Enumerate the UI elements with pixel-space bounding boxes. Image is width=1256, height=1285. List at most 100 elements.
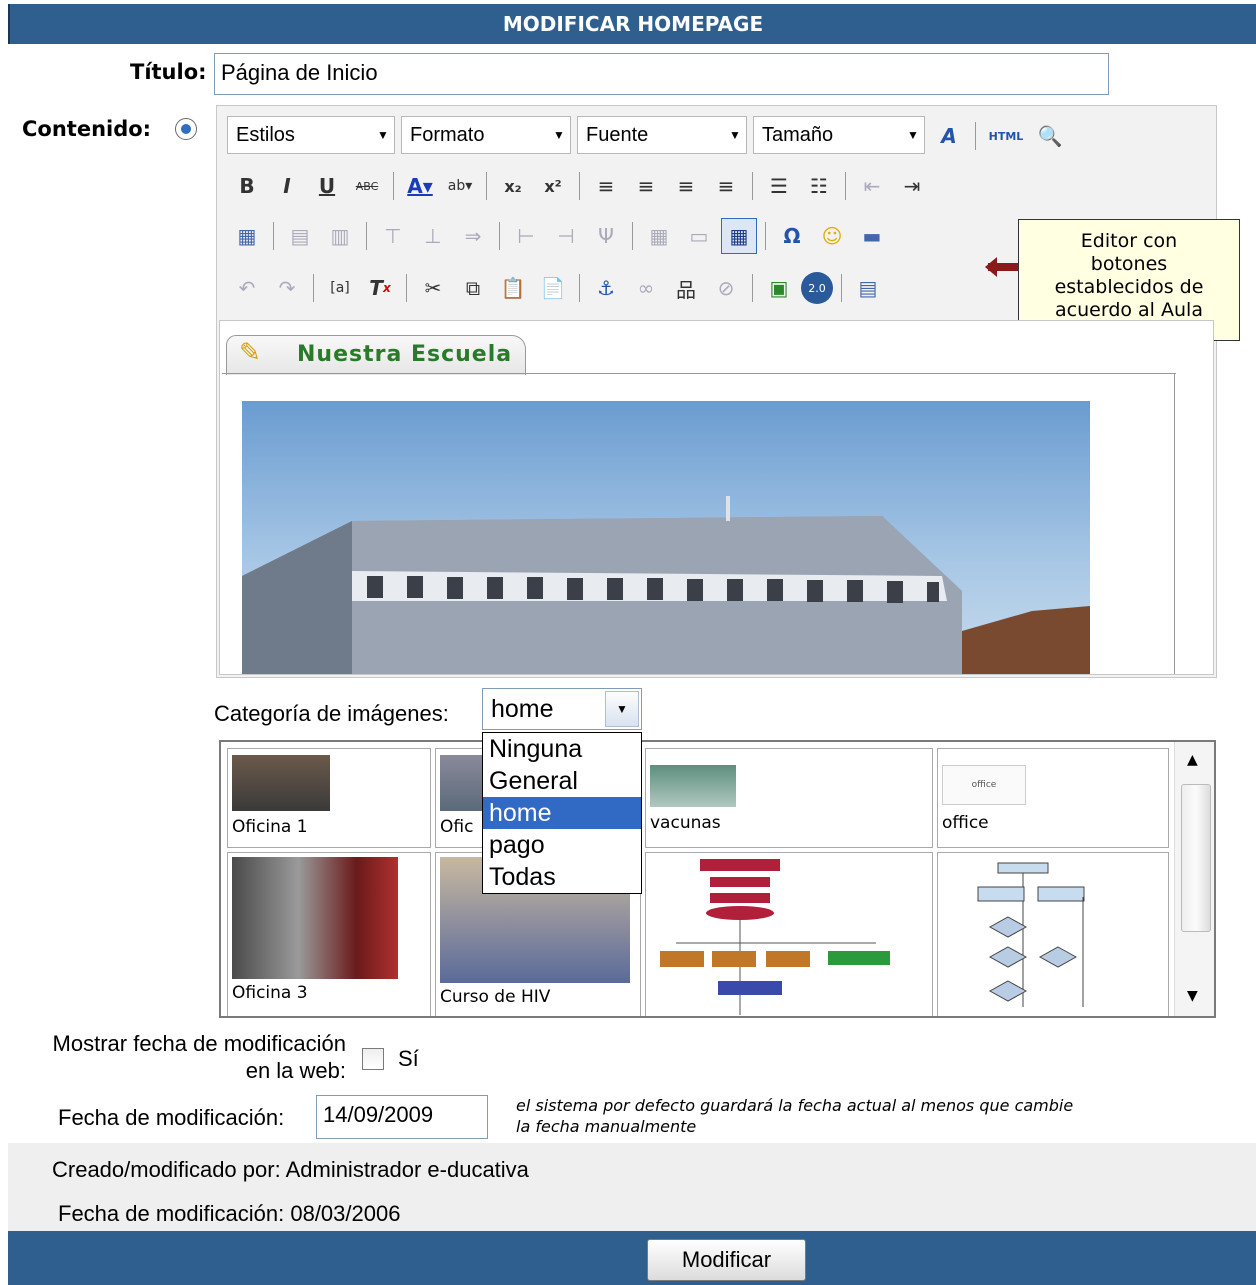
align-center-icon[interactable]: ≡ xyxy=(628,168,664,204)
remove-format-icon[interactable]: Tx xyxy=(362,270,398,306)
underline-icon[interactable]: U xyxy=(309,168,345,204)
anchor-icon[interactable]: ⚓ xyxy=(588,270,624,306)
page-footer xyxy=(8,1231,1256,1285)
gallery-item[interactable] xyxy=(645,852,933,1016)
row-properties-icon[interactable]: ▥ xyxy=(322,218,358,254)
delete-col-icon[interactable]: Ψ xyxy=(588,218,624,254)
gallery-item[interactable]: office office xyxy=(937,748,1169,848)
formato-select[interactable]: Formato ▼ xyxy=(401,116,571,154)
tamano-select[interactable]: Tamaño ▼ xyxy=(753,116,925,154)
fecha-input[interactable]: 14/09/2009 xyxy=(316,1095,488,1139)
building-photo xyxy=(242,401,1090,674)
categoria-label: Categoría de imágenes: xyxy=(214,701,449,726)
insert-image-icon[interactable]: ▣ xyxy=(761,270,797,306)
fecha-note: el sistema por defecto guardará la fecha… xyxy=(516,1096,1074,1136)
cut-icon[interactable]: ✂ xyxy=(415,270,451,306)
align-justify-icon[interactable]: ≡ xyxy=(708,168,744,204)
categoria-dropdown-list: Ninguna General home pago Todas xyxy=(482,732,642,894)
thumbnail xyxy=(650,765,736,807)
bold-icon[interactable]: B xyxy=(229,168,265,204)
smiley-icon[interactable]: ☺ xyxy=(814,218,850,254)
fecha-label: Fecha de modificación: xyxy=(58,1105,285,1130)
thumbnail xyxy=(232,857,398,979)
office-logo: office xyxy=(942,765,1026,805)
subscript-icon[interactable]: x₂ xyxy=(495,168,531,204)
callout-arrow-head xyxy=(985,257,997,277)
italic-icon[interactable]: I xyxy=(269,168,305,204)
align-left-icon[interactable]: ≡ xyxy=(588,168,624,204)
dropdown-option[interactable]: Todas xyxy=(483,861,641,893)
indent-icon[interactable]: ⇥ xyxy=(894,168,930,204)
insert-col-before-icon[interactable]: ⊢ xyxy=(508,218,544,254)
undo-icon[interactable]: ↶ xyxy=(229,270,265,306)
superscript-icon[interactable]: x² xyxy=(535,168,571,204)
redo-icon[interactable]: ↷ xyxy=(269,270,305,306)
si-label: Sí xyxy=(398,1046,419,1071)
font-format-icon[interactable]: A xyxy=(931,118,967,154)
contenido-radio[interactable] xyxy=(175,118,197,140)
split-cells-icon[interactable]: ▦ xyxy=(641,218,677,254)
gallery-scrollbar[interactable]: ▲ ▼ xyxy=(1174,742,1214,1016)
link-icon[interactable]: ∞ xyxy=(628,270,664,306)
gallery-item[interactable]: Oficina 3 xyxy=(227,852,431,1016)
special-char-icon[interactable]: Ω xyxy=(774,218,810,254)
outdent-icon[interactable]: ⇤ xyxy=(854,168,890,204)
sitemap-icon[interactable]: 品 xyxy=(668,270,704,306)
insert-row-after-icon[interactable]: ⊥ xyxy=(415,218,451,254)
dropdown-option[interactable]: pago xyxy=(483,829,641,861)
paste-word-icon[interactable]: 📄 xyxy=(535,270,571,306)
scroll-up-icon[interactable]: ▲ xyxy=(1187,752,1198,768)
flowchart-thumbnail xyxy=(977,862,1085,1007)
dropdown-arrow-icon[interactable]: ▼ xyxy=(605,691,639,727)
strikethrough-icon[interactable]: ABC xyxy=(349,168,385,204)
align-right-icon[interactable]: ≡ xyxy=(668,168,704,204)
insert-row-before-icon[interactable]: ⊤ xyxy=(375,218,411,254)
categoria-select[interactable]: home ▼ xyxy=(482,688,642,730)
scroll-thumb[interactable] xyxy=(1181,784,1211,932)
info-section: Creado/modificado por: Administrador e-d… xyxy=(8,1143,1256,1231)
html-source-button[interactable]: HTML xyxy=(984,118,1028,154)
dropdown-option[interactable]: Ninguna xyxy=(483,733,641,765)
mostrar-fecha-checkbox[interactable] xyxy=(362,1048,384,1070)
web20-icon[interactable]: 2.0 xyxy=(801,272,833,304)
merge-cells-icon[interactable]: ▭ xyxy=(681,218,717,254)
highlight-color-icon[interactable]: ab▾ xyxy=(442,168,478,204)
template-icon[interactable]: ▤ xyxy=(850,270,886,306)
gallery-item[interactable]: vacunas xyxy=(645,748,933,848)
modificar-button[interactable]: Modificar xyxy=(647,1239,806,1281)
building-illustration xyxy=(242,496,1090,674)
flowchart-thumbnail xyxy=(660,859,890,1015)
titulo-label: Título: xyxy=(130,60,207,84)
cell-properties-icon[interactable]: ▤ xyxy=(282,218,318,254)
insert-table-icon[interactable]: ▦ xyxy=(721,218,757,254)
editor-content-area[interactable]: ✎ Nuestra Escuela xyxy=(219,320,1214,675)
creado-por: Creado/modificado por: Administrador e-d… xyxy=(52,1157,529,1182)
mostrar-fecha-label: Mostrar fecha de modificación en la web: xyxy=(52,1031,346,1083)
dropdown-option-selected[interactable]: home xyxy=(483,797,641,829)
preview-icon[interactable]: 🔍 xyxy=(1032,118,1068,154)
table-properties-icon[interactable]: ▦ xyxy=(229,218,265,254)
select-all-icon[interactable]: [a] xyxy=(322,270,358,306)
fuente-select[interactable]: Fuente ▼ xyxy=(577,116,747,154)
scroll-down-icon[interactable]: ▼ xyxy=(1187,988,1198,1004)
estilos-select[interactable]: Estilos ▼ xyxy=(227,116,395,154)
titulo-input[interactable]: Página de Inicio xyxy=(214,53,1109,95)
numbered-list-icon[interactable]: ☷ xyxy=(801,168,837,204)
copy-icon[interactable]: ⧉ xyxy=(455,270,491,306)
content-tab: ✎ Nuestra Escuela xyxy=(226,335,526,375)
dropdown-option[interactable]: General xyxy=(483,765,641,797)
image-gallery: Oficina 1 Ofic vacunas office office Ofi… xyxy=(219,740,1216,1018)
horizontal-rule-icon[interactable]: ▬ xyxy=(854,218,890,254)
page-header: MODIFICAR HOMEPAGE xyxy=(8,4,1256,44)
page-title: MODIFICAR HOMEPAGE xyxy=(502,12,764,36)
text-color-icon[interactable]: A▾ xyxy=(402,168,438,204)
delete-row-icon[interactable]: ⇒ xyxy=(455,218,491,254)
gallery-item[interactable]: Oficina 1 xyxy=(227,748,431,848)
fecha-modificacion-info: Fecha de modificación: 08/03/2006 xyxy=(58,1201,401,1226)
insert-col-after-icon[interactable]: ⊣ xyxy=(548,218,584,254)
unlink-icon[interactable]: ⊘ xyxy=(708,270,744,306)
contenido-label: Contenido: xyxy=(22,117,152,141)
bullet-list-icon[interactable]: ☰ xyxy=(761,168,797,204)
gallery-item[interactable] xyxy=(937,852,1169,1016)
paste-icon[interactable]: 📋 xyxy=(495,270,531,306)
